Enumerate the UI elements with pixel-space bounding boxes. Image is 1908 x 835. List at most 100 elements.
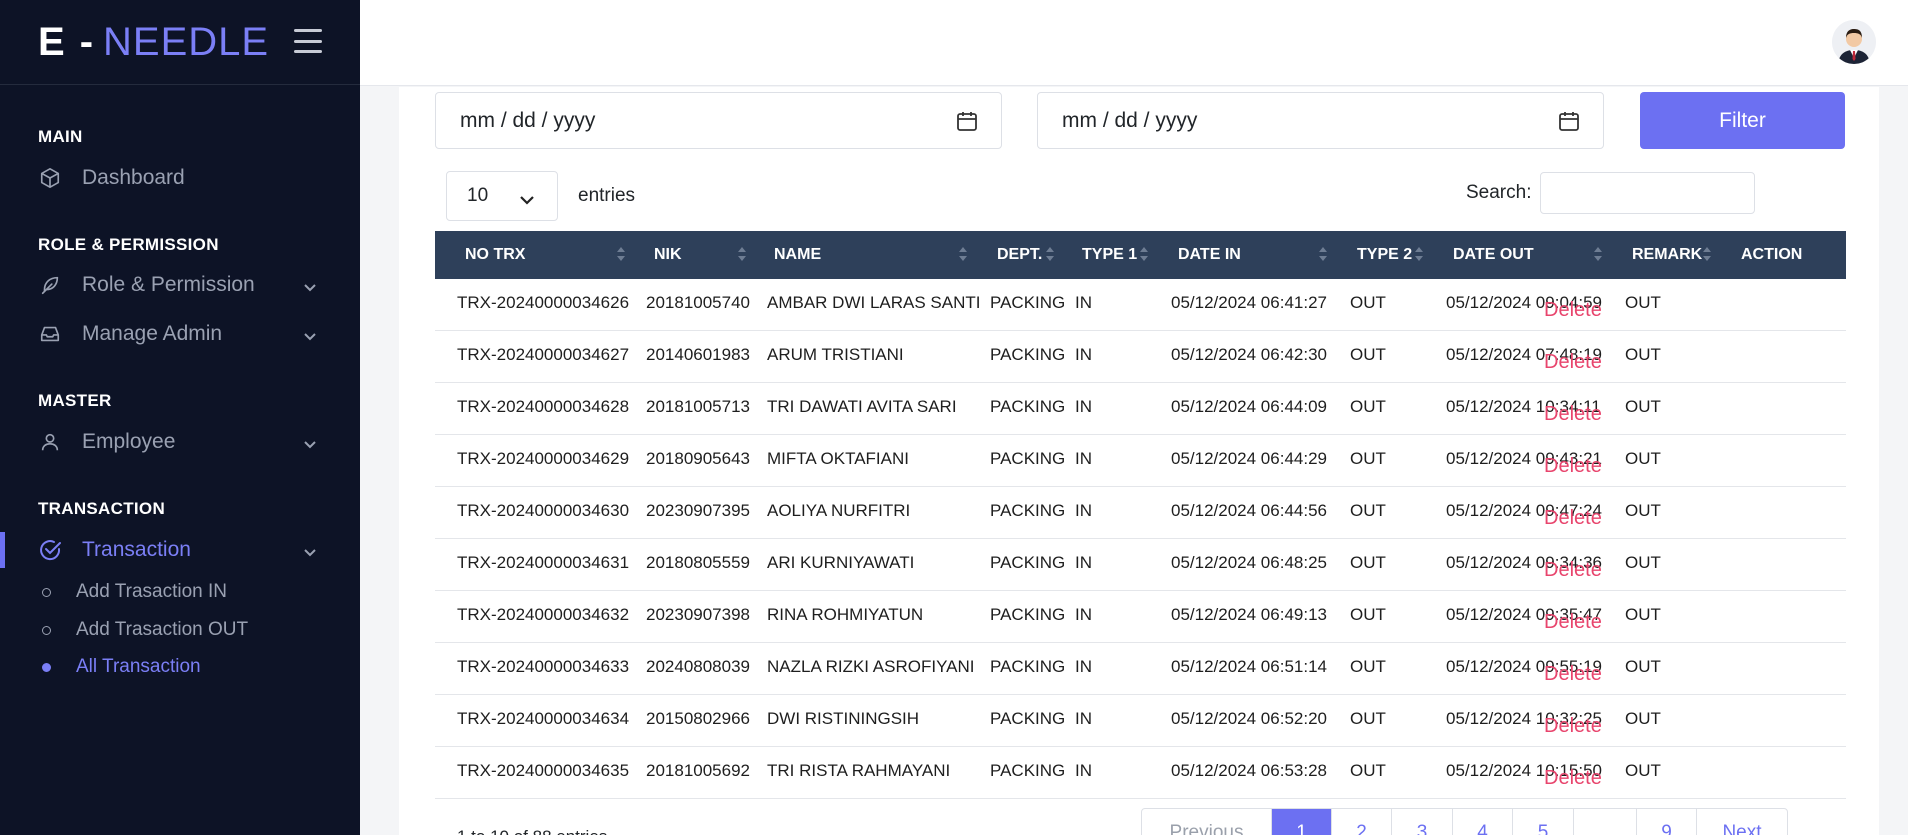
sort-icon[interactable] <box>617 247 625 263</box>
entries-value: 10 <box>467 185 489 206</box>
delete-button[interactable]: Delete <box>1544 559 1602 582</box>
sort-icon[interactable] <box>1415 247 1423 263</box>
entries-label: entries <box>578 185 636 206</box>
sidebar-subitem-label: Add Trasaction OUT <box>76 619 249 640</box>
delete-button[interactable]: Delete <box>1544 299 1602 322</box>
pagination-page-3[interactable]: 3 <box>1392 809 1453 835</box>
feather-icon <box>38 273 62 297</box>
menu-toggle-icon[interactable] <box>294 29 322 53</box>
cell-name: DWI RISTININGSIH <box>767 709 920 728</box>
cell-remark: OUT <box>1625 293 1661 312</box>
cell-nik: 20180905643 <box>646 449 751 468</box>
calendar-icon[interactable] <box>1557 109 1581 139</box>
sidebar-item-manage-admin[interactable]: Manage Admin <box>0 314 360 354</box>
section-transaction: TRANSACTION <box>38 499 166 518</box>
pagination-page-2[interactable]: 2 <box>1332 809 1392 835</box>
col-header-dept[interactable]: DEPT. <box>997 231 1042 279</box>
cell-no-trx: TRX-20240000034629 <box>457 449 630 468</box>
cell-no-trx: TRX-20240000034628 <box>457 397 630 416</box>
sort-icon[interactable] <box>1140 247 1148 263</box>
col-header-date-in[interactable]: DATE IN <box>1178 231 1241 279</box>
delete-button[interactable]: Delete <box>1544 351 1602 374</box>
col-header-nik[interactable]: NIK <box>654 231 682 279</box>
sidebar-item-employee[interactable]: Employee <box>0 422 360 462</box>
table-row: TRX-20240000034628 20181005713 TRI DAWAT… <box>435 383 1846 435</box>
calendar-icon[interactable] <box>955 109 979 139</box>
sidebar-item-label: Manage Admin <box>82 322 223 345</box>
date-to-placeholder: mm / dd / yyyy <box>1062 108 1198 132</box>
filter-button[interactable]: Filter <box>1640 92 1845 149</box>
delete-button[interactable]: Delete <box>1544 767 1602 790</box>
cell-nik: 20181005713 <box>646 397 751 416</box>
cell-date-in: 05/12/2024 06:44:09 <box>1171 397 1327 416</box>
sidebar-item-label: Dashboard <box>82 166 185 189</box>
cell-name: TRI RISTA RAHMAYANI <box>767 761 951 780</box>
date-from-input[interactable]: mm / dd / yyyy <box>435 92 1002 149</box>
sidebar-subitem-label: All Transaction <box>76 656 201 677</box>
sort-icon[interactable] <box>738 247 746 263</box>
brand: E - NEEDLE <box>0 0 360 85</box>
cell-type1: IN <box>1075 709 1092 728</box>
pagination-page-4[interactable]: 4 <box>1453 809 1513 835</box>
cell-no-trx: TRX-20240000034632 <box>457 605 630 624</box>
cell-remark: OUT <box>1625 605 1661 624</box>
delete-button[interactable]: Delete <box>1544 507 1602 530</box>
pagination-previous[interactable]: Previous <box>1142 809 1272 835</box>
pagination-next[interactable]: Next <box>1697 809 1787 835</box>
col-header-name[interactable]: NAME <box>774 231 821 279</box>
cell-dept: PACKING <box>990 709 1066 728</box>
delete-button[interactable]: Delete <box>1544 611 1602 634</box>
search-input[interactable] <box>1540 172 1755 214</box>
cell-remark: OUT <box>1625 657 1661 676</box>
pagination-page-1[interactable]: 1 <box>1272 809 1332 835</box>
cell-name: MIFTA OKTAFIANI <box>767 449 909 468</box>
sort-icon[interactable] <box>1594 247 1602 263</box>
delete-button[interactable]: Delete <box>1544 455 1602 478</box>
delete-button[interactable]: Delete <box>1544 663 1602 686</box>
entries-per-page-select[interactable]: 10 <box>446 171 558 221</box>
cell-date-in: 05/12/2024 06:41:27 <box>1171 293 1327 312</box>
cell-date-in: 05/12/2024 06:44:56 <box>1171 501 1327 520</box>
cell-nik: 20240808039 <box>646 657 751 676</box>
delete-button[interactable]: Delete <box>1544 715 1602 738</box>
sidebar-item-role-permission[interactable]: Role & Permission <box>0 265 360 305</box>
cell-type2: OUT <box>1350 293 1386 312</box>
cell-remark: OUT <box>1625 553 1661 572</box>
cell-name: ARUM TRISTIANI <box>767 345 904 364</box>
table-row: TRX-20240000034627 20140601983 ARUM TRIS… <box>435 331 1846 383</box>
col-header-date-out[interactable]: DATE OUT <box>1453 231 1534 279</box>
pagination-page-9[interactable]: 9 <box>1637 809 1697 835</box>
delete-button[interactable]: Delete <box>1544 403 1602 426</box>
sidebar-subitem-add-transaction-in[interactable]: Add Trasaction IN <box>0 577 360 607</box>
cell-name: AMBAR DWI LARAS SANTI <box>767 293 981 312</box>
sort-icon[interactable] <box>959 247 967 263</box>
col-header-type2[interactable]: TYPE 2 <box>1357 231 1412 279</box>
pagination-ellipsis: ... <box>1574 809 1637 835</box>
cell-remark: OUT <box>1625 449 1661 468</box>
cell-remark: OUT <box>1625 397 1661 416</box>
cell-no-trx: TRX-20240000034626 <box>457 293 630 312</box>
cell-type2: OUT <box>1350 761 1386 780</box>
table-row: TRX-20240000034626 20181005740 AMBAR DWI… <box>435 279 1846 331</box>
cell-type1: IN <box>1075 345 1092 364</box>
cell-date-in: 05/12/2024 06:42:30 <box>1171 345 1327 364</box>
sort-icon[interactable] <box>1703 247 1711 263</box>
table-row: TRX-20240000034634 20150802966 DWI RISTI… <box>435 695 1846 747</box>
sidebar-item-transaction[interactable]: Transaction <box>0 530 360 570</box>
avatar[interactable] <box>1832 20 1876 64</box>
sort-icon[interactable] <box>1046 247 1054 263</box>
cell-type2: OUT <box>1350 657 1386 676</box>
col-header-no-trx[interactable]: NO TRX <box>465 231 525 279</box>
sidebar-item-dashboard[interactable]: Dashboard <box>0 158 360 198</box>
brand-logo-separator: - <box>79 19 94 64</box>
cell-no-trx: TRX-20240000034630 <box>457 501 630 520</box>
cell-date-in: 05/12/2024 06:49:13 <box>1171 605 1327 624</box>
sort-icon[interactable] <box>1319 247 1327 263</box>
sidebar-subitem-all-transaction[interactable]: All Transaction <box>0 652 360 682</box>
cell-dept: PACKING <box>990 293 1066 312</box>
date-to-input[interactable]: mm / dd / yyyy <box>1037 92 1604 149</box>
pagination-page-5[interactable]: 5 <box>1513 809 1574 835</box>
sidebar-subitem-add-transaction-out[interactable]: Add Trasaction OUT <box>0 615 360 645</box>
col-header-type1[interactable]: TYPE 1 <box>1082 231 1137 279</box>
col-header-remark[interactable]: REMARK <box>1632 231 1702 279</box>
